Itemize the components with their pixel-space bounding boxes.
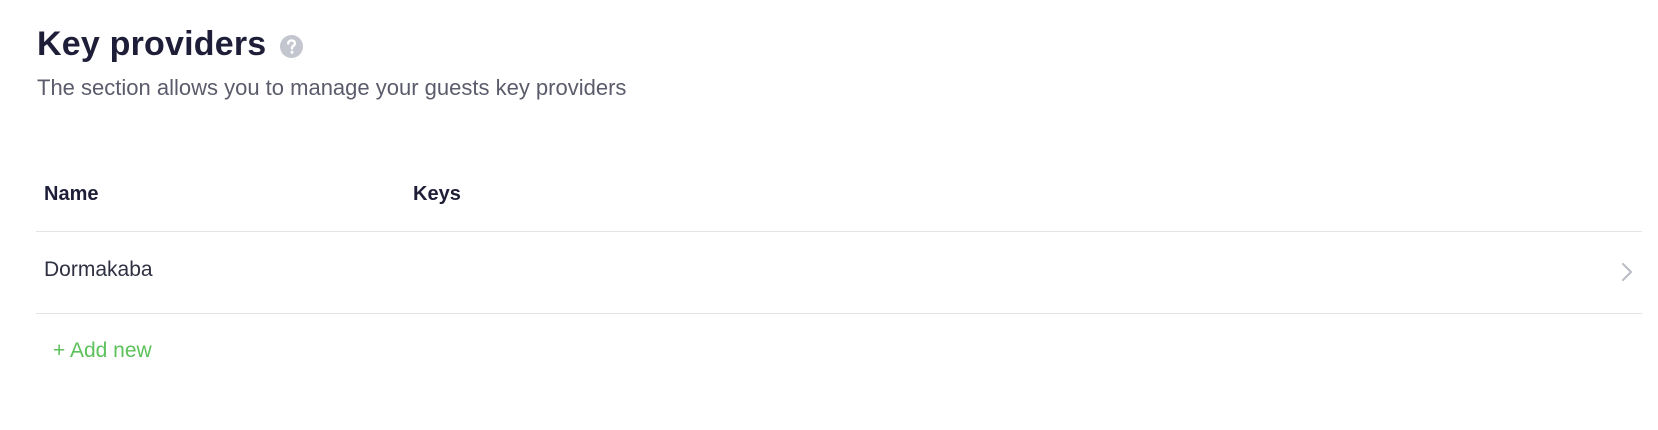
help-icon[interactable] [280,34,304,58]
column-header-keys[interactable]: Keys [413,183,461,206]
table-header: Name Keys [36,163,1642,232]
chevron-right-icon[interactable] [1620,261,1634,283]
table-row[interactable]: Dormakaba [36,232,1642,314]
title-row: Key providers [37,22,626,66]
page-title: Key providers [37,25,267,63]
column-header-name[interactable]: Name [44,183,98,206]
page-header: Key providers The section allows you to … [37,22,626,102]
add-new-link[interactable]: + Add new [53,339,152,363]
key-providers-page: Key providers The section allows you to … [0,0,1658,430]
page-subtitle: The section allows you to manage your gu… [37,75,627,100]
key-providers-table: Name Keys Dormakaba + Add new [36,163,1642,362]
provider-name-cell: Dormakaba [44,258,153,281]
